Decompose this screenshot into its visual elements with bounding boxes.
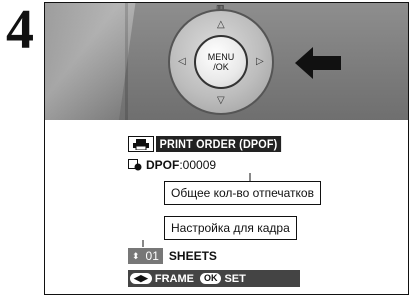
down-arrow-icon: ▽: [217, 95, 225, 106]
illustration-frame: ▥ ❀ △ ▽ ◁ ▷ MENU /OK PRINT ORDER (DPOF) …: [44, 2, 409, 295]
step-number: 4: [6, 0, 34, 61]
menu-ok-label-line1: MENU: [207, 52, 235, 62]
sheets-count: 01: [145, 249, 159, 263]
right-arrow-icon: ▷: [256, 56, 264, 67]
callout-total-prints: Общее кол-во отпечатков: [164, 181, 321, 205]
sheets-label: SHEETS: [168, 249, 217, 263]
four-way-controller[interactable]: △ ▽ ◁ ▷ MENU /OK: [168, 9, 274, 115]
left-right-button-icon: ◀▶: [130, 273, 152, 284]
callout-frame-setting: Настройка для кадра: [164, 216, 297, 240]
menu-ok-label-line2: /OK: [213, 62, 229, 72]
menu-ok-button[interactable]: MENU /OK: [194, 35, 248, 89]
up-down-icon: ⬍: [132, 251, 140, 261]
up-arrow-icon: △: [217, 19, 225, 30]
button-guide-bar: ◀▶ FRAME OK SET: [128, 270, 300, 287]
left-arrow-icon: ◁: [178, 56, 186, 67]
press-arrow-icon: [295, 47, 341, 79]
set-label: SET: [224, 272, 246, 285]
sheets-stepper[interactable]: ⬍ 01: [128, 248, 163, 264]
sheets-row[interactable]: ⬍ 01 SHEETS: [128, 248, 217, 264]
frame-label: FRAME: [154, 272, 194, 285]
lcd-screen: PRINT ORDER (DPOF) DPOF :00009 Общее кол…: [128, 135, 324, 287]
camera-photo: ▥ ❀ △ ▽ ◁ ▷ MENU /OK: [45, 3, 408, 120]
ok-button-icon: OK: [199, 273, 222, 284]
